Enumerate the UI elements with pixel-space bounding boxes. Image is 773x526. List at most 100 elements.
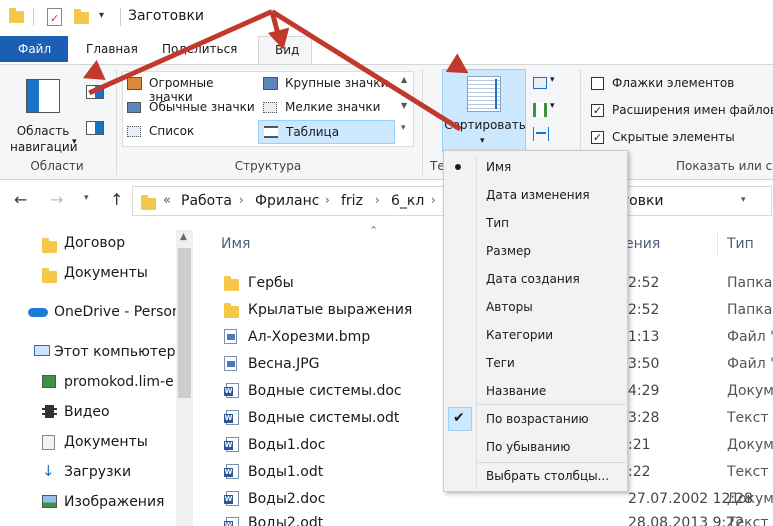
details-pane-icon[interactable] <box>86 121 104 135</box>
scroll-thumb[interactable] <box>178 248 191 398</box>
file-extensions-checkbox[interactable]: ✓ <box>591 104 604 117</box>
hidden-items-option[interactable]: ✓ Скрытые элементы <box>588 129 768 147</box>
path-overflow-icon[interactable]: « <box>163 193 171 208</box>
column-header-type[interactable]: Тип <box>727 236 754 252</box>
nav-item-label[interactable]: Документы <box>64 265 148 281</box>
nav-item-label[interactable]: Этот компьютер <box>54 344 176 360</box>
gallery-scroll-down-icon[interactable]: ▼ <box>401 101 407 110</box>
layout-label: Список <box>149 124 195 138</box>
navigation-bar: ← → ▾ ↑ « Работа › Фриланс › friz › 6_кл… <box>0 182 773 222</box>
menu-item-label: Выбрать столбцы... <box>486 469 610 483</box>
file-date: 3:50 <box>628 356 660 372</box>
details-icon <box>264 126 278 138</box>
file-type: Файл " <box>727 329 773 345</box>
tab-home[interactable]: Главная <box>86 36 138 62</box>
sort-button[interactable]: Сортировать ▾ <box>442 69 526 153</box>
file-extensions-option[interactable]: ✓ Расширения имен файлов <box>588 102 773 120</box>
nav-item-label[interactable]: Видео <box>64 404 110 420</box>
menu-item-descending[interactable]: По убыванию <box>446 435 626 459</box>
breadcrumb-separator-icon[interactable]: › <box>239 193 244 207</box>
word-doc-icon <box>224 491 239 506</box>
folder-icon <box>42 268 57 283</box>
menu-item-categories[interactable]: Категории <box>446 323 626 347</box>
layout-medium-icons[interactable]: Обычные значки <box>124 98 258 118</box>
nav-item-label[interactable]: Изображения <box>64 494 164 510</box>
nav-item-label[interactable]: Загрузки <box>64 464 131 480</box>
add-columns-icon[interactable] <box>533 103 547 117</box>
back-icon[interactable]: ← <box>14 190 27 209</box>
tab-file[interactable]: Файл <box>0 36 68 62</box>
hidden-items-checkbox[interactable]: ✓ <box>591 131 604 144</box>
group-by-dropdown-icon[interactable]: ▾ <box>550 75 555 85</box>
menu-item-name[interactable]: Имя <box>446 155 626 179</box>
image-file-icon <box>224 329 237 344</box>
nav-item-label[interactable]: OneDrive - Person <box>54 304 181 320</box>
menu-item-title[interactable]: Название <box>446 379 626 403</box>
layout-extra-large-icons[interactable]: Огромные значки <box>124 74 258 104</box>
nav-scrollbar[interactable]: ▲ <box>176 230 193 526</box>
word-doc-icon <box>224 464 239 479</box>
nav-pane-dropdown-icon[interactable]: ▾ <box>72 137 77 147</box>
small-icons-icon <box>263 102 277 113</box>
network-drive-icon <box>42 375 56 388</box>
navigation-pane: Договор Документы OneDrive - Person Этот… <box>0 224 195 526</box>
menu-item-label: Размер <box>486 244 532 258</box>
item-checkboxes-checkbox[interactable] <box>591 77 604 90</box>
menu-item-ascending[interactable]: ✔ По возрастанию <box>446 407 626 431</box>
breadcrumb-separator-icon[interactable]: › <box>375 193 380 207</box>
column-header-date[interactable]: ения <box>625 236 660 252</box>
forward-icon[interactable]: → <box>50 190 63 209</box>
up-icon[interactable]: ↑ <box>110 190 123 209</box>
file-type: Текст С <box>727 515 773 526</box>
layout-list[interactable]: Список <box>124 122 258 142</box>
breadcrumb-part[interactable]: 6_кл <box>391 193 424 209</box>
address-dropdown-icon[interactable]: ▾ <box>741 195 746 205</box>
gallery-expand-icon[interactable]: ▾ <box>401 123 406 133</box>
recent-locations-icon[interactable]: ▾ <box>84 193 89 203</box>
documents-icon <box>42 435 55 450</box>
radio-bullet-icon <box>455 164 461 170</box>
breadcrumb-separator-icon[interactable]: › <box>431 193 436 207</box>
window-title: Заготовки <box>128 8 205 24</box>
menu-item-date-created[interactable]: Дата создания <box>446 267 626 291</box>
file-date: 3:28 <box>628 410 660 426</box>
nav-pane-button[interactable]: Область навигации <box>10 71 78 155</box>
layout-label: Крупные значки <box>285 76 389 90</box>
breadcrumb-part[interactable]: Фриланс <box>255 193 319 209</box>
menu-item-date-modified[interactable]: Дата изменения <box>446 183 626 207</box>
file-name: Воды2.doc <box>248 491 326 507</box>
nav-item-label[interactable]: promokod.lim-e <box>64 374 174 390</box>
nav-item-label[interactable]: Договор <box>64 235 125 251</box>
breadcrumb-separator-icon[interactable]: › <box>325 193 330 207</box>
menu-divider <box>476 404 626 405</box>
layout-details[interactable]: Таблица <box>258 120 395 144</box>
item-checkboxes-option[interactable]: Флажки элементов <box>588 75 768 93</box>
breadcrumb-part[interactable]: friz <box>341 193 363 209</box>
group-divider <box>116 69 117 175</box>
add-columns-dropdown-icon[interactable]: ▾ <box>550 101 555 111</box>
menu-item-tags[interactable]: Теги <box>446 351 626 375</box>
gallery-scroll-up-icon[interactable]: ▲ <box>401 75 407 84</box>
group-structure-label: Структура <box>234 159 302 173</box>
quick-access-dropdown-icon[interactable]: ▾ <box>99 10 104 21</box>
breadcrumb-part[interactable]: Работа <box>181 193 232 209</box>
size-columns-icon[interactable] <box>533 127 549 141</box>
column-header-name[interactable]: Имя <box>221 236 250 252</box>
image-file-icon <box>224 356 237 371</box>
properties-icon[interactable]: ✓ <box>47 8 62 26</box>
group-by-icon[interactable] <box>533 77 547 89</box>
file-date: 4:29 <box>628 383 660 399</box>
layout-small-icons[interactable]: Мелкие значки <box>260 98 394 118</box>
menu-item-authors[interactable]: Авторы <box>446 295 626 319</box>
menu-item-size[interactable]: Размер <box>446 239 626 263</box>
cloud-icon <box>28 308 48 317</box>
new-folder-icon[interactable] <box>74 9 89 24</box>
nav-item-label[interactable]: Документы <box>64 434 148 450</box>
word-doc-icon <box>224 437 239 452</box>
menu-item-type[interactable]: Тип <box>446 211 626 235</box>
scroll-up-icon[interactable]: ▲ <box>180 232 187 242</box>
group-show-hide-label: Показать или ск <box>676 159 773 173</box>
file-type: Докуме <box>727 491 773 507</box>
menu-item-choose-columns[interactable]: Выбрать столбцы... <box>446 464 626 488</box>
word-doc-icon <box>224 410 239 425</box>
